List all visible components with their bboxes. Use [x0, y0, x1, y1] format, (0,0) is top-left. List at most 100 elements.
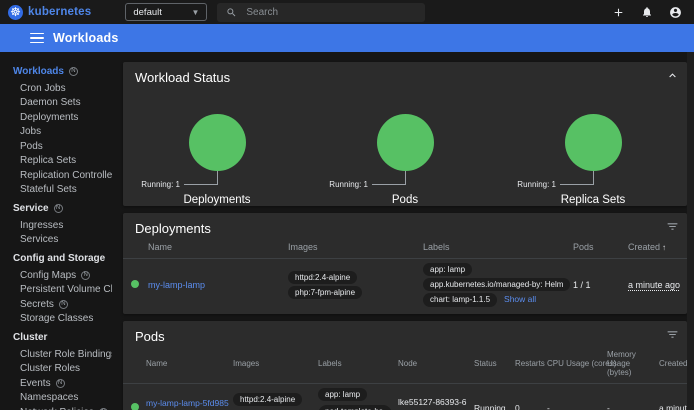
col-images[interactable]: Images: [288, 239, 423, 259]
col-pods[interactable]: Pods: [573, 239, 628, 259]
kubernetes-logo-icon: ☸: [8, 5, 23, 20]
sidebar-group-cluster[interactable]: Cluster: [0, 328, 112, 347]
page-toolbar: Workloads: [0, 24, 694, 52]
col-labels[interactable]: Labels: [423, 239, 573, 259]
pods-pie: [377, 114, 434, 171]
sidebar-item-persistent-volume-claims[interactable]: Persistent Volume ClaimsN: [0, 283, 112, 298]
pod-restarts: 0: [515, 383, 547, 410]
node-name: lke55127-86393-622f8d09399a: [398, 397, 467, 410]
sidebar-item-replication-controllers[interactable]: Replication Controllers: [0, 168, 112, 183]
replica-sets-pie: [565, 114, 622, 171]
deployments-pie: [189, 114, 246, 171]
col-restarts[interactable]: Restarts: [515, 347, 547, 384]
chevron-down-icon: ▼: [191, 8, 199, 17]
workload-status-title: Workload Status: [123, 62, 687, 88]
col-labels[interactable]: Labels: [318, 347, 398, 384]
collapse-card-button[interactable]: [666, 69, 679, 82]
sidebar-group-service[interactable]: Service N: [0, 199, 112, 218]
sidebar-item-jobs[interactable]: Jobs: [0, 125, 112, 140]
create-resource-button[interactable]: [612, 6, 625, 19]
status-ok-icon: [131, 403, 139, 410]
pod-cpu-usage: -: [547, 383, 607, 410]
col-node[interactable]: Node: [398, 347, 474, 384]
image-chip: php:7-fpm-alpine: [288, 286, 362, 299]
sidebar: Workloads N Cron Jobs Daemon Sets Deploy…: [0, 52, 112, 410]
search-icon: [226, 7, 237, 18]
col-created[interactable]: Created↑: [659, 347, 687, 384]
sidebar-group-workloads[interactable]: Workloads N: [0, 62, 112, 81]
col-cpu-usage[interactable]: CPU Usage (cores): [547, 347, 607, 384]
col-name[interactable]: Name: [146, 347, 233, 384]
pods-ratio: 1 / 1: [573, 259, 628, 314]
sidebar-group-config-and-storage[interactable]: Config and Storage: [0, 249, 112, 268]
namespace-value: default: [133, 7, 162, 18]
pods-card: Pods Name Images Labels Node Status Rest…: [123, 321, 687, 410]
label-chip: pod-template-hash: 5fd985cf68: [318, 405, 392, 410]
col-created[interactable]: Created↑: [628, 239, 687, 259]
sidebar-item-cron-jobs[interactable]: Cron Jobs: [0, 81, 112, 96]
sidebar-item-pods[interactable]: Pods: [0, 139, 112, 154]
sidebar-item-events[interactable]: EventsN: [0, 376, 112, 391]
account-button[interactable]: [669, 6, 682, 19]
created-ago: a minute ago: [659, 403, 687, 410]
pods-table: Name Images Labels Node Status Restarts …: [123, 347, 687, 410]
filter-icon[interactable]: [666, 328, 679, 341]
replica-sets-running-legend: Running: 1: [517, 180, 556, 189]
col-status[interactable]: Status: [474, 347, 515, 384]
sidebar-item-replica-sets[interactable]: Replica Sets: [0, 154, 112, 169]
table-row: my-lamp-lamp httpd:2.4-alpine php:7-fpm-…: [123, 259, 687, 314]
col-memory-usage[interactable]: Memory Usage (bytes): [607, 347, 659, 384]
sidebar-item-network-policies[interactable]: Network PoliciesN: [0, 405, 112, 410]
deployments-chart-label: Deployments: [183, 194, 250, 206]
label-chip: app: lamp: [423, 263, 472, 276]
brand-text: kubernetes: [28, 6, 91, 18]
namespace-select[interactable]: default ▼: [125, 3, 207, 21]
filter-icon[interactable]: [666, 220, 679, 233]
sidebar-item-services[interactable]: Services: [0, 233, 112, 248]
label-chip: chart: lamp-1.1.5: [423, 293, 497, 306]
namespaced-badge-icon: N: [81, 271, 90, 280]
sidebar-item-daemon-sets[interactable]: Daemon Sets: [0, 96, 112, 111]
sidebar-item-cluster-role-bindings[interactable]: Cluster Role Bindings: [0, 347, 112, 362]
col-images[interactable]: Images: [233, 347, 318, 384]
notifications-button[interactable]: [641, 6, 653, 18]
top-app-bar: ☸ kubernetes default ▼: [0, 0, 694, 24]
namespaced-badge-icon: N: [54, 204, 63, 213]
main-content: Workload Status Running: 1 Deployments: [112, 52, 687, 410]
menu-icon[interactable]: [30, 33, 44, 44]
pod-status: Running: [474, 383, 515, 410]
deployments-status-chart: Running: 1 Deployments: [123, 114, 311, 206]
pods-chart-label: Pods: [392, 194, 418, 206]
table-row: my-lamp-lamp-5fd985cf68-jwvz4 httpd:2.4-…: [123, 383, 687, 410]
created-ago: a minute ago: [628, 280, 680, 290]
search-box[interactable]: [217, 3, 425, 22]
sidebar-item-ingresses[interactable]: Ingresses: [0, 218, 112, 233]
pods-status-chart: Running: 1 Pods: [311, 114, 499, 206]
image-chip: httpd:2.4-alpine: [233, 393, 302, 406]
brand[interactable]: ☸ kubernetes: [8, 5, 91, 20]
sidebar-item-deployments[interactable]: Deployments: [0, 110, 112, 125]
sidebar-item-stateful-sets[interactable]: Stateful Sets: [0, 183, 112, 198]
scrollbar[interactable]: [687, 52, 694, 410]
namespaced-badge-icon: N: [59, 300, 68, 309]
sort-asc-icon: ↑: [662, 243, 666, 252]
col-name[interactable]: Name: [148, 239, 288, 259]
status-ok-icon: [131, 280, 139, 288]
deployments-table: Name Images Labels Pods Created↑ my-lamp…: [123, 239, 687, 314]
namespaced-badge-icon: N: [69, 67, 78, 76]
sidebar-item-namespaces[interactable]: Namespaces: [0, 391, 112, 406]
label-chip: app: lamp: [318, 388, 367, 401]
image-chip: httpd:2.4-alpine: [288, 271, 357, 284]
namespaced-badge-icon: N: [56, 379, 65, 388]
sidebar-item-secrets[interactable]: SecretsN: [0, 297, 112, 312]
search-input[interactable]: [246, 7, 416, 18]
deployment-name-link[interactable]: my-lamp-lamp: [148, 280, 205, 290]
sidebar-item-storage-classes[interactable]: Storage Classes: [0, 312, 112, 327]
label-chip: app.kubernetes.io/managed-by: Helm: [423, 278, 570, 291]
replica-sets-chart-label: Replica Sets: [561, 194, 626, 206]
pod-name-link[interactable]: my-lamp-lamp-5fd985cf68-jwvz4: [146, 398, 229, 410]
show-all-link[interactable]: Show all: [504, 294, 536, 304]
sidebar-item-config-maps[interactable]: Config MapsN: [0, 268, 112, 283]
deployments-running-legend: Running: 1: [141, 180, 180, 189]
sidebar-item-cluster-roles[interactable]: Cluster Roles: [0, 362, 112, 377]
